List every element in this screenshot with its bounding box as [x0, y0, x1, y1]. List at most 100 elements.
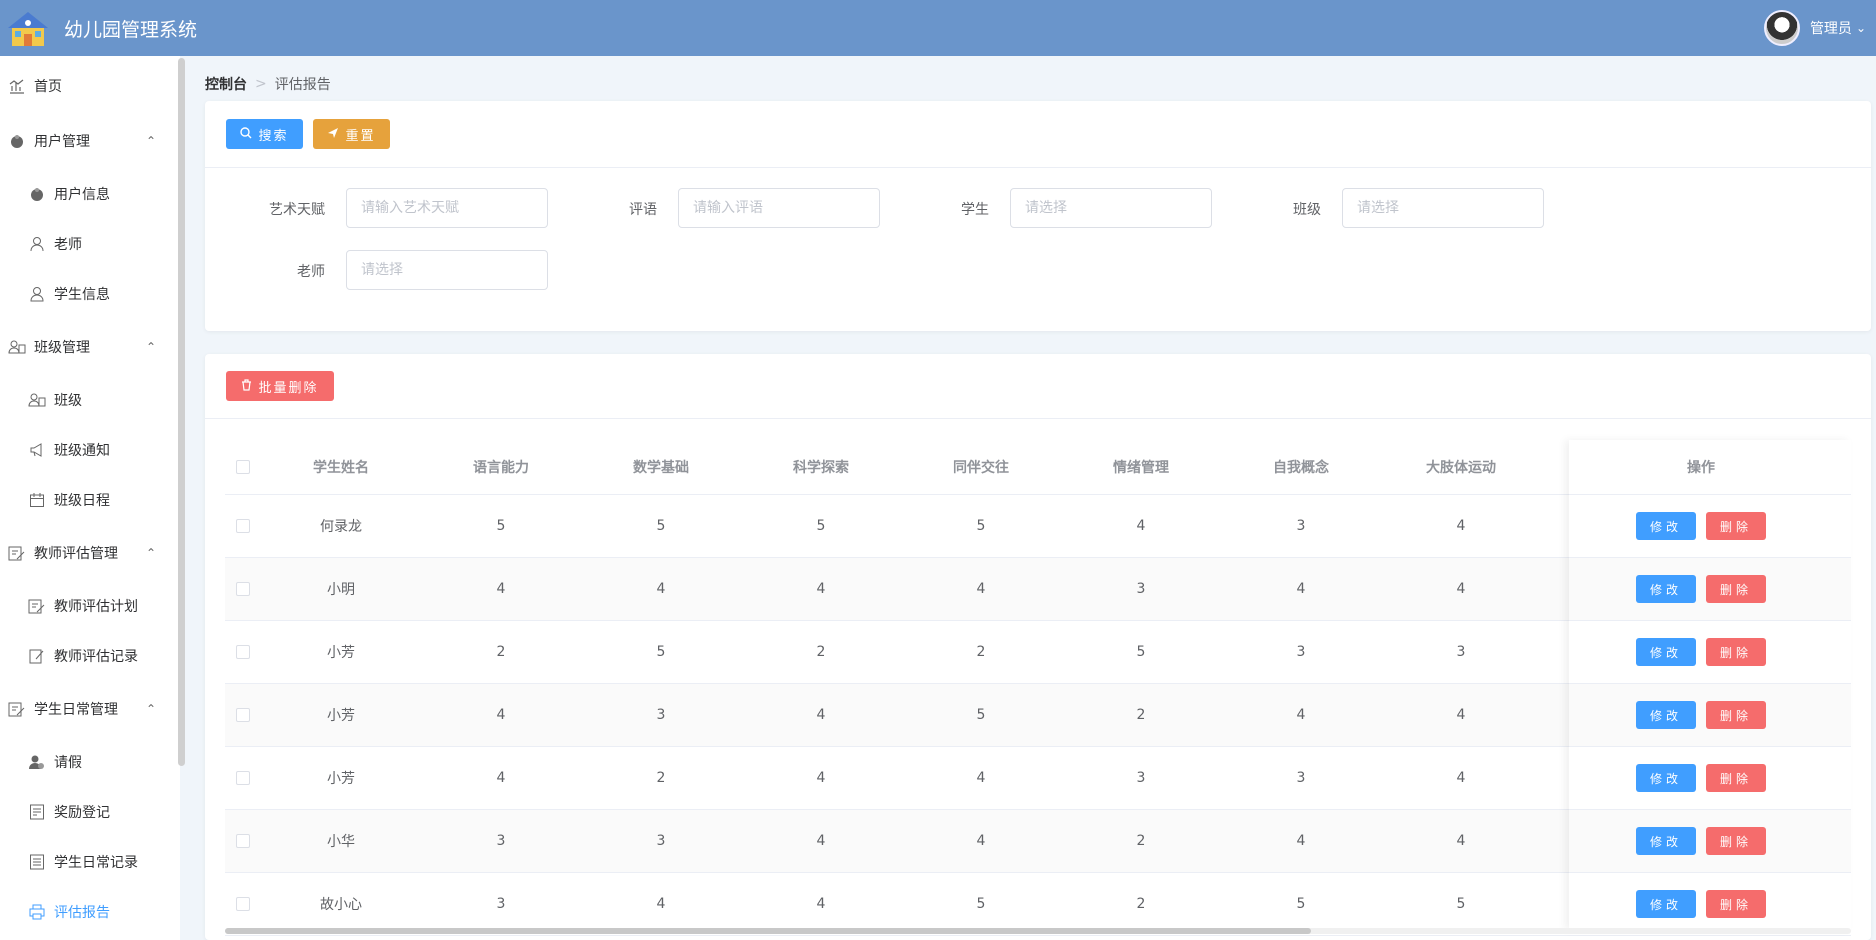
- score-cell: 4: [816, 581, 826, 597]
- delete-button[interactable]: 删除: [1706, 575, 1766, 603]
- sidebar-item-label: 教师评估计划: [54, 599, 138, 615]
- sidebar-item-class-schedule[interactable]: 班级日程: [0, 480, 178, 520]
- reset-button[interactable]: 重置: [313, 119, 390, 149]
- logo-icon: [0, 0, 56, 56]
- edit-button[interactable]: 修改: [1636, 827, 1696, 855]
- sidebar-item-label: 评估报告: [54, 905, 110, 921]
- sidebar-item-teacher-eval-record[interactable]: 教师评估记录: [0, 636, 178, 676]
- score-cell: 3: [656, 707, 666, 723]
- student-label: 学生: [961, 202, 989, 218]
- select-all-checkbox-cell[interactable]: [225, 440, 261, 494]
- score-cell: 4: [1296, 833, 1306, 849]
- score-cell: 2: [1136, 833, 1146, 849]
- chevron-down-icon[interactable]: ⌄: [1856, 21, 1866, 35]
- row-checkbox-cell[interactable]: [225, 747, 261, 809]
- search-button-label: 搜索: [258, 128, 289, 144]
- sidebar-item-label: 请假: [54, 755, 82, 771]
- sidebar-item-reward-register[interactable]: 奖励登记: [0, 792, 178, 832]
- actions-cell: 修改 删除: [1551, 873, 1851, 935]
- edit-button[interactable]: 修改: [1636, 575, 1696, 603]
- comment-label: 评语: [629, 202, 657, 218]
- row-checkbox-cell[interactable]: [225, 873, 261, 935]
- row-checkbox[interactable]: [236, 708, 250, 722]
- select-all-checkbox[interactable]: [236, 460, 250, 474]
- edit-button[interactable]: 修改: [1636, 701, 1696, 729]
- user-icon: [28, 185, 46, 203]
- score-cell: 2: [1136, 896, 1146, 912]
- column-header: 数学基础: [633, 460, 689, 476]
- avatar[interactable]: [1763, 10, 1800, 46]
- delete-button[interactable]: 删除: [1706, 827, 1766, 855]
- breadcrumb-current: 评估报告: [274, 77, 331, 93]
- row-checkbox-cell[interactable]: [225, 621, 261, 683]
- delete-button[interactable]: 删除: [1706, 890, 1766, 918]
- score-cell: 4: [816, 707, 826, 723]
- student-select[interactable]: [1010, 188, 1212, 228]
- breadcrumb-home[interactable]: 控制台: [205, 74, 247, 94]
- table-scrollbar-thumb[interactable]: [225, 928, 1311, 934]
- delete-button[interactable]: 删除: [1706, 701, 1766, 729]
- score-cell: 3: [1296, 770, 1306, 786]
- score-cell: 5: [1296, 896, 1306, 912]
- row-checkbox-cell[interactable]: [225, 684, 261, 746]
- edit-button[interactable]: 修改: [1636, 890, 1696, 918]
- row-checkbox-cell[interactable]: [225, 810, 261, 872]
- sidebar-item-student-info[interactable]: 学生信息: [0, 274, 178, 314]
- document-icon: [28, 803, 46, 821]
- teacher-select[interactable]: [346, 250, 548, 290]
- sidebar-item-evaluation-report[interactable]: 评估报告: [0, 892, 178, 932]
- art-talent-label: 艺术天赋: [269, 202, 325, 218]
- row-checkbox[interactable]: [236, 582, 250, 596]
- user-menu[interactable]: 管理员 ⌄: [1763, 0, 1876, 56]
- teacher-label: 老师: [297, 264, 325, 280]
- sidebar-item-student-daily-record[interactable]: 学生日常记录: [0, 842, 178, 882]
- search-button[interactable]: 搜索: [226, 119, 303, 149]
- class-icon: [28, 391, 46, 409]
- table-row: 小明 4 4 4 4 3 4 4 修改 删除: [225, 558, 1851, 621]
- sidebar-item-leave[interactable]: 请假: [0, 742, 178, 782]
- sidebar-item-label: 学生日常管理: [34, 702, 118, 718]
- table-horizontal-scrollbar[interactable]: [225, 928, 1851, 934]
- sidebar-item-class-management[interactable]: 班级管理 ⌃: [0, 327, 178, 367]
- row-checkbox-cell[interactable]: [225, 495, 261, 557]
- sidebar-item-class-notice[interactable]: 班级通知: [0, 430, 178, 470]
- row-checkbox[interactable]: [236, 834, 250, 848]
- sidebar-scrollbar[interactable]: [178, 58, 185, 766]
- row-checkbox[interactable]: [236, 645, 250, 659]
- delete-button[interactable]: 删除: [1706, 764, 1766, 792]
- score-cell: 2: [1136, 707, 1146, 723]
- sidebar-item-teacher[interactable]: 老师: [0, 224, 178, 264]
- row-checkbox-cell[interactable]: [225, 558, 261, 620]
- score-cell: 4: [816, 896, 826, 912]
- chevron-up-icon: ⌃: [145, 546, 156, 560]
- row-checkbox[interactable]: [236, 519, 250, 533]
- row-checkbox[interactable]: [236, 897, 250, 911]
- sidebar-item-class[interactable]: 班级: [0, 380, 178, 420]
- sidebar-item-home[interactable]: 首页: [0, 66, 178, 106]
- batch-delete-button[interactable]: 批量删除: [226, 371, 334, 401]
- sidebar-item-teacher-eval-plan[interactable]: 教师评估计划: [0, 586, 178, 626]
- sidebar-item-user-management[interactable]: 用户管理 ⌃: [0, 121, 178, 161]
- score-cell: 3: [1136, 581, 1146, 597]
- delete-button[interactable]: 删除: [1706, 512, 1766, 540]
- art-talent-input[interactable]: [346, 188, 548, 228]
- edit-button[interactable]: 修改: [1636, 512, 1696, 540]
- user-name[interactable]: 管理员: [1810, 18, 1852, 38]
- score-cell: 4: [976, 770, 986, 786]
- row-checkbox[interactable]: [236, 771, 250, 785]
- column-header: 学生姓名: [313, 460, 369, 476]
- score-cell: 4: [1456, 707, 1466, 723]
- sidebar-item-teacher-eval-management[interactable]: 教师评估管理 ⌃: [0, 533, 178, 573]
- sidebar-item-student-daily-management[interactable]: 学生日常管理 ⌃: [0, 689, 178, 729]
- score-cell: 4: [496, 581, 506, 597]
- class-select[interactable]: [1342, 188, 1544, 228]
- sidebar-item-label: 班级: [54, 393, 82, 409]
- score-cell: 4: [816, 770, 826, 786]
- delete-button[interactable]: 删除: [1706, 638, 1766, 666]
- edit-button[interactable]: 修改: [1636, 638, 1696, 666]
- edit-button[interactable]: 修改: [1636, 764, 1696, 792]
- student-name-cell: 小华: [327, 834, 355, 850]
- table-row: 小华 3 3 4 4 2 4 4 修改 删除: [225, 810, 1851, 873]
- comment-input[interactable]: [678, 188, 880, 228]
- sidebar-item-user-info[interactable]: 用户信息: [0, 174, 178, 214]
